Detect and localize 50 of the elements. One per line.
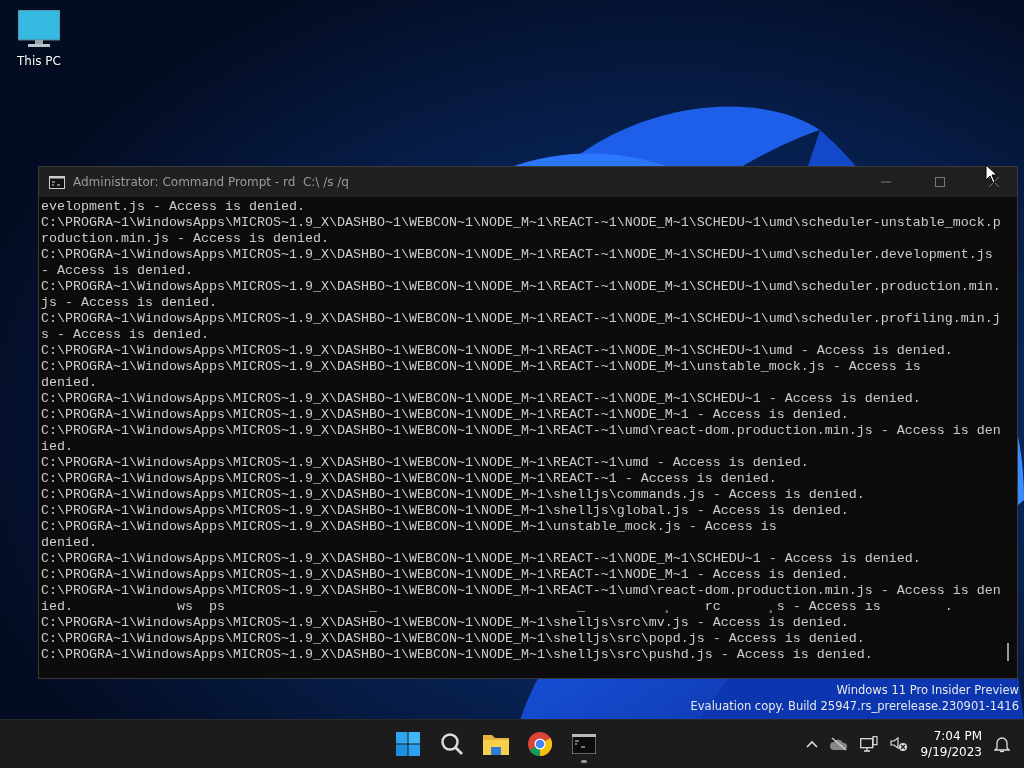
console-line: - Access is denied. — [41, 263, 193, 279]
evaluation-notice: Windows 11 Pro Insider Preview — [836, 682, 1019, 698]
console-line: denied. — [41, 535, 97, 551]
console-line: denied. — [41, 375, 97, 391]
console-line: roduction.min.js - Access is denied. — [41, 231, 329, 247]
console-line: C:\PROGRA~1\WindowsApps\MICROS~1.9_X\DASHBO~1\WEBCON~1\NODE_M~1\REACT-~1\NODE_M~1\SCHEDU~1\umd\scheduler.profiling.min.j — [41, 311, 1001, 327]
clock-date[interactable]: 9/19/2023 — [920, 744, 982, 760]
maximize-icon[interactable] — [935, 177, 945, 187]
console-line: C:\PROGRA~1\WindowsApps\MICROS~1.9_X\DASHBO~1\WEBCON~1\NODE_M~1\REACT-~1\NODE_M~1 - Access is denied. — [41, 567, 849, 583]
console-line: C:\PROGRA~1\WindowsApps\MICROS~1.9_X\DASHBO~1\WEBCON~1\NODE_M~1\REACT-~1\umd\react-dom.production.min.js - Access is den — [41, 583, 1001, 599]
console-line: C:\PROGRA~1\WindowsApps\MICROS~1.9_X\DASHBO~1\WEBCON~1\NODE_M~1\shelljs\src\pushd.js - Access is denied. — [41, 647, 873, 663]
cloud-off-icon[interactable] — [830, 737, 849, 751]
chevron-up-icon[interactable] — [806, 740, 819, 748]
console-line: C:\PROGRA~1\WindowsApps\MICROS~1.9_X\DASHBO~1\WEBCON~1\NODE_M~1\REACT-~1\NODE_M~1\SCHEDU~1\umd - Access is denied. — [41, 343, 953, 359]
clock-time[interactable]: 7:04 PM — [933, 728, 982, 744]
monitor-icon[interactable] — [18, 10, 60, 48]
console-line: C:\PROGRA~1\WindowsApps\MICROS~1.9_X\DASHBO~1\WEBCON~1\NODE_M~1\REACT-~1\umd\react-dom.production.min.js - Access is den — [41, 423, 1001, 439]
console-line: C:\PROGRA~1\WindowsApps\MICROS~1.9_X\DASHBO~1\WEBCON~1\NODE_M~1\REACT-~1\NODE_M~1\SCHEDU~1\umd\scheduler-unstable_mock.p — [41, 215, 1001, 231]
console-line: s - Access is denied. — [41, 327, 209, 343]
start-icon[interactable] — [396, 732, 421, 756]
console-line: C:\PROGRA~1\WindowsApps\MICROS~1.9_X\DASHBO~1\WEBCON~1\NODE_M~1\shelljs\src\popd.js - Access is denied. — [41, 631, 865, 647]
console-line: C:\PROGRA~1\WindowsApps\MICROS~1.9_X\DASHBO~1\WEBCON~1\NODE_M~1\REACT-~1\NODE_M~1\SCHEDU~1\umd\scheduler.development.js — [41, 247, 993, 263]
console-line: C:\PROGRA~1\WindowsApps\MICROS~1.9_X\DASHBO~1\WEBCON~1\NODE_M~1\shelljs\commands.js - Access is denied. — [41, 487, 865, 503]
console-line: C:\PROGRA~1\WindowsApps\MICROS~1.9_X\DASHBO~1\WEBCON~1\NODE_M~1\shelljs\global.js - Access is denied. — [41, 503, 849, 519]
console-line: C:\PROGRA~1\WindowsApps\MICROS~1.9_X\DASHBO~1\WEBCON~1\NODE_M~1\REACT-~1 - Access is denied. — [41, 471, 777, 487]
window-title: Administrator: Command Prompt - rd C:\ /s /q — [73, 175, 350, 189]
console-line: js - Access is denied. — [41, 295, 217, 311]
evaluation-notice: Evaluation copy. Build 25947.rs_prerelease.230901-1416 — [690, 698, 1019, 714]
console-line: C:\PROGRA~1\WindowsApps\MICROS~1.9_X\DASHBO~1\WEBCON~1\NODE_M~1\REACT-~1\NODE_M~1\unstable_mock.js - Access is — [41, 359, 921, 375]
notification-bell-icon[interactable] — [994, 735, 1010, 753]
folder-icon[interactable] — [483, 733, 510, 755]
close-icon[interactable] — [989, 177, 999, 187]
console-line: C:\PROGRA~1\WindowsApps\MICROS~1.9_X\DASHBO~1\WEBCON~1\NODE_M~1\unstable_mock.js - Access is — [41, 519, 777, 535]
browser-icon[interactable] — [528, 732, 553, 756]
console-line: C:\PROGRA~1\WindowsApps\MICROS~1.9_X\DASHBO~1\WEBCON~1\NODE_M~1\REACT-~1\NODE_M~1\SCHEDU~1 - Access is denied. — [41, 551, 921, 567]
search-icon[interactable] — [440, 732, 465, 756]
console-line: C:\PROGRA~1\WindowsApps\MICROS~1.9_X\DASHBO~1\WEBCON~1\NODE_M~1\shelljs\src\mv.js - Access is denied. — [41, 615, 849, 631]
desktop-icon-label[interactable]: This PC — [17, 54, 61, 68]
console-icon — [49, 175, 65, 189]
network-icon[interactable] — [860, 736, 879, 752]
console-line: ied. ws ps _ _ ¸ rc ¸s - Access ıs . — [41, 599, 953, 615]
console-line: C:\PROGRA~1\WindowsApps\MICROS~1.9_X\DASHBO~1\WEBCON~1\NODE_M~1\REACT-~1\NODE_M~1 - Access is denied. — [41, 407, 849, 423]
console-line: C:\PROGRA~1\WindowsApps\MICROS~1.9_X\DASHBO~1\WEBCON~1\NODE_M~1\REACT-~1\umd - Access is denied. — [41, 455, 809, 471]
console-line: ied. — [41, 439, 73, 455]
console-line: C:\PROGRA~1\WindowsApps\MICROS~1.9_X\DASHBO~1\WEBCON~1\NODE_M~1\REACT-~1\NODE_M~1\SCHEDU~1 - Access is denied. — [41, 391, 921, 407]
scrollbar-thumb[interactable] — [1007, 643, 1009, 661]
terminal-icon[interactable] — [572, 734, 597, 754]
speaker-muted-icon[interactable] — [890, 736, 909, 752]
console-line: evelopment.js - Access is denied. — [41, 199, 305, 215]
console-line: C:\PROGRA~1\WindowsApps\MICROS~1.9_X\DASHBO~1\WEBCON~1\NODE_M~1\REACT-~1\NODE_M~1\SCHEDU~1\umd\scheduler.production.min. — [41, 279, 1001, 295]
